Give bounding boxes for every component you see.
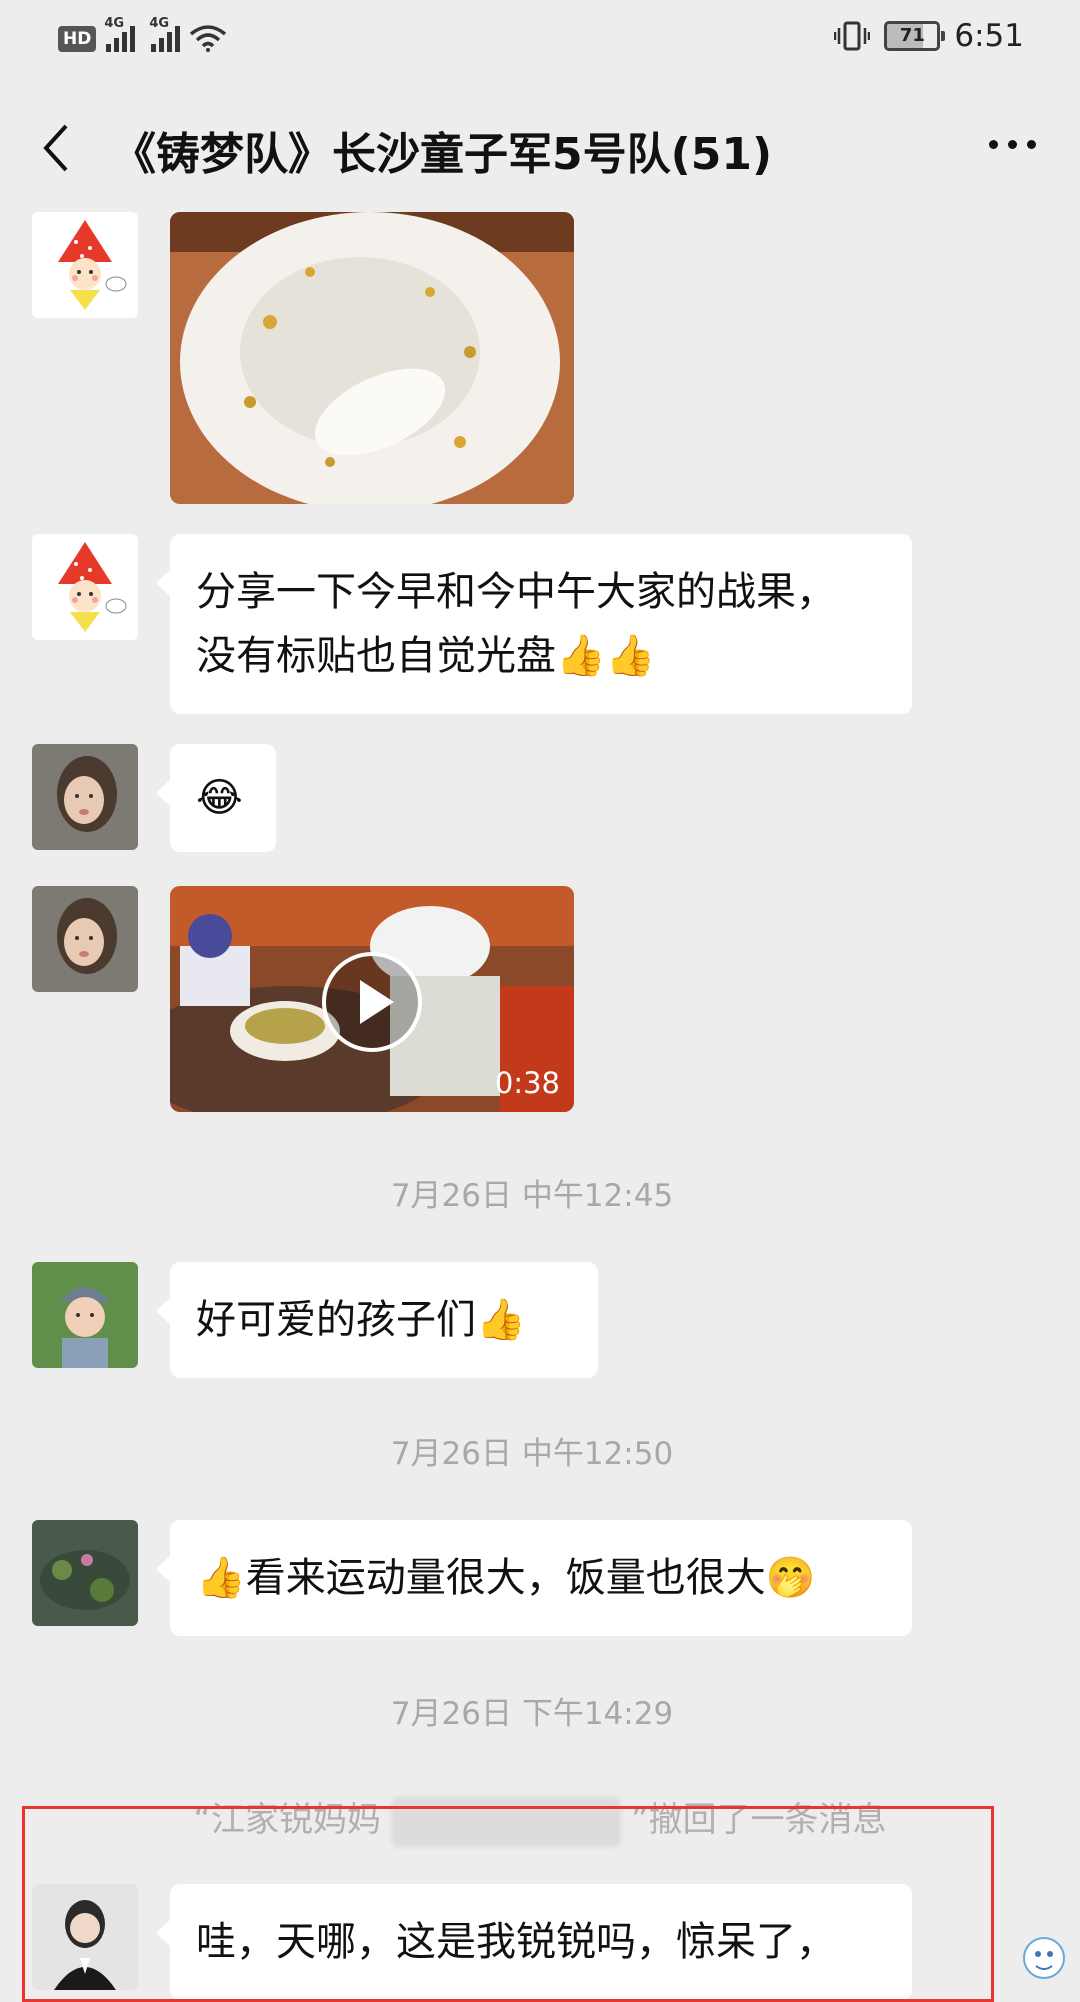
timestamp: 7月26日 下午14:29: [390, 1696, 674, 1732]
wifi-icon: [190, 25, 227, 52]
avatar-girl-photo-2[interactable]: [32, 886, 138, 992]
bowl-photo: [170, 212, 574, 504]
watermark-logo: [1023, 1937, 1065, 1979]
message-text: 👍看来运动量很大，饭量也很大🤭: [196, 1555, 816, 1601]
video-duration: 0:38: [494, 1066, 560, 1100]
avatar-pond-photo[interactable]: [32, 1520, 138, 1626]
boy-photo-avatar-icon: [32, 1262, 138, 1368]
chat-header: 《铸梦队》长沙童子军5号队(51): [0, 90, 1080, 206]
strawberry-girl-avatar-icon: [32, 212, 138, 318]
video-message[interactable]: 0:38: [170, 886, 574, 1112]
message-text-line: 没有标贴也自觉光盘👍👍: [196, 633, 656, 679]
emoji-message-bubble[interactable]: 😂: [156, 744, 276, 852]
play-icon[interactable]: [320, 950, 424, 1054]
avatar-girl-photo[interactable]: [32, 744, 138, 850]
status-time: 6:51: [954, 18, 1024, 54]
avatar-boy-photo[interactable]: [32, 1262, 138, 1368]
pond-photo-avatar-icon: [32, 1520, 138, 1626]
highlight-box: [22, 1806, 994, 2002]
text-message-bubble[interactable]: 👍看来运动量很大，饭量也很大🤭: [156, 1520, 912, 1636]
cell-signal-icon-2: 4G: [149, 16, 181, 52]
timestamp: 7月26日 中午12:50: [390, 1436, 674, 1472]
timestamp: 7月26日 中午12:45: [390, 1178, 674, 1214]
strawberry-girl-avatar-icon: [32, 534, 138, 640]
text-message-bubble[interactable]: 分享一下今早和今中午大家的战果， 没有标贴也自觉光盘👍👍: [156, 534, 912, 714]
status-bar: HD 4G 4G 71 6:51: [0, 0, 1080, 84]
avatar-strawberry[interactable]: [32, 212, 138, 318]
vibrate-icon: [834, 21, 871, 51]
laughing-emoji: 😂: [196, 775, 243, 821]
girl-photo-avatar-icon: [32, 886, 138, 992]
message-text: 好可爱的孩子们👍: [196, 1297, 526, 1343]
image-message-bowl[interactable]: [170, 212, 574, 504]
chat-title: 《铸梦队》长沙童子军5号队(51): [112, 129, 773, 180]
avatar-strawberry-2[interactable]: [32, 534, 138, 640]
more-options-icon[interactable]: [989, 140, 1036, 149]
text-message-bubble[interactable]: 好可爱的孩子们👍: [156, 1262, 598, 1378]
back-arrow-icon[interactable]: [36, 120, 76, 176]
message-text-line: 分享一下今早和今中午大家的战果，: [196, 569, 836, 615]
hd-badge: HD: [58, 26, 97, 52]
battery-icon: 71: [884, 21, 946, 51]
girl-photo-avatar-icon: [32, 744, 138, 850]
cell-signal-icon: 4G: [104, 16, 136, 52]
